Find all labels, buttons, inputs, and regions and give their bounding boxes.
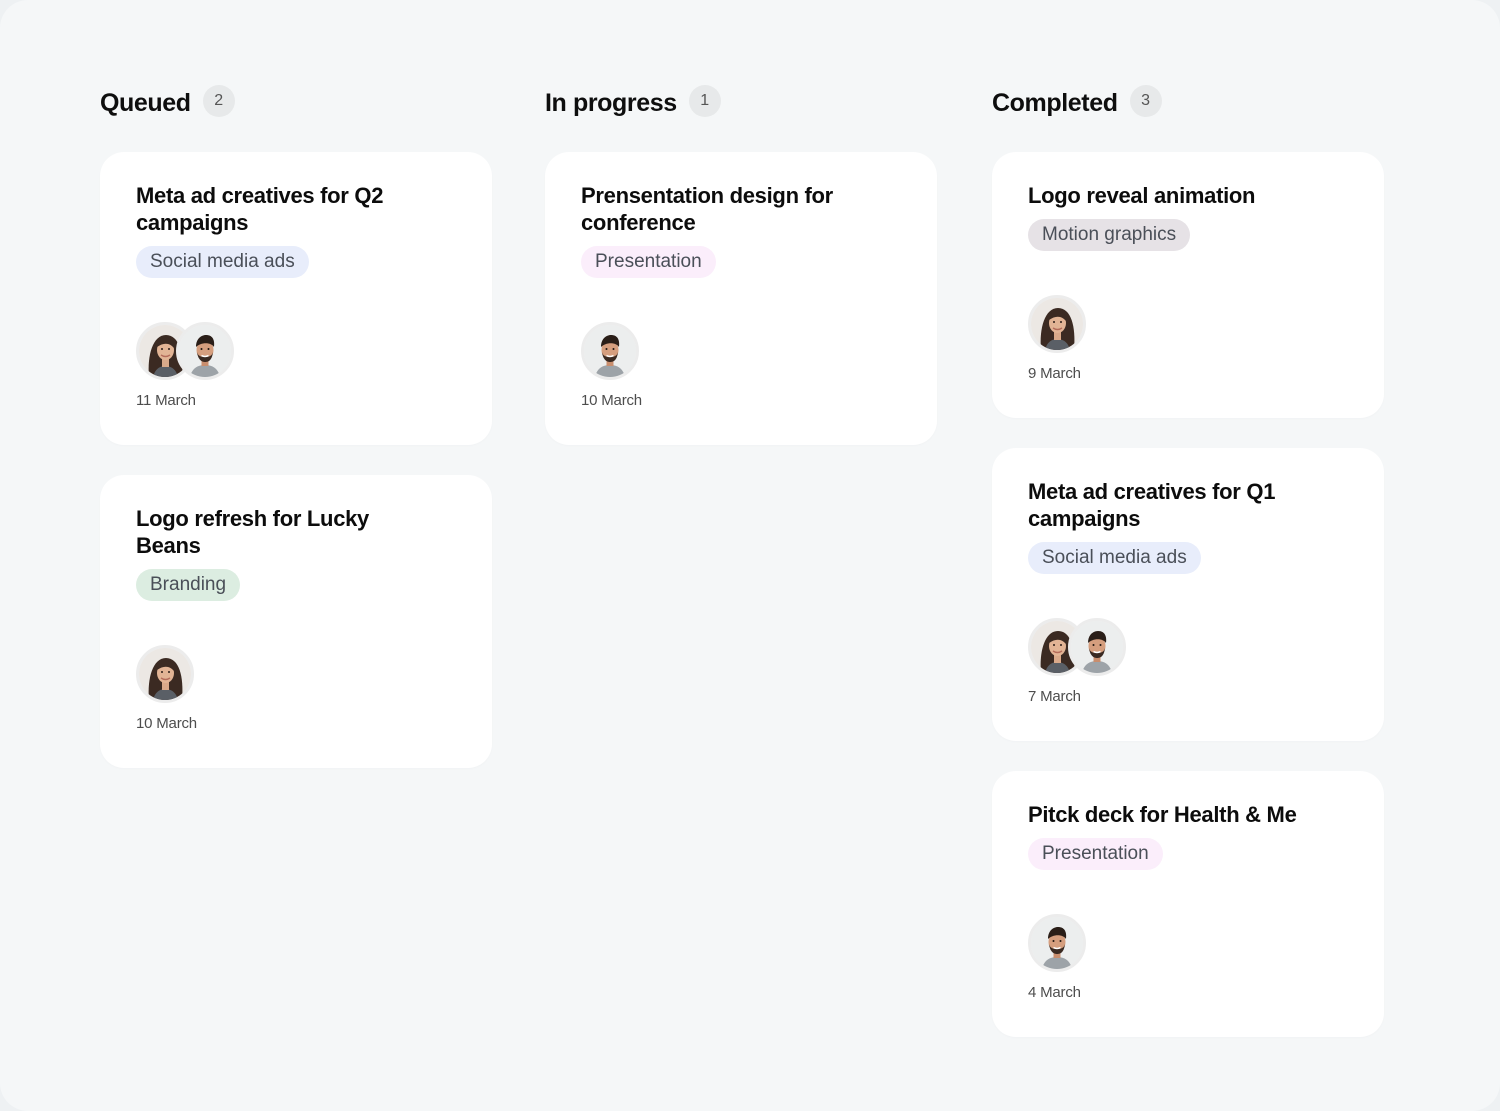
card-title: Logo reveal animation [1028,183,1256,208]
due-date: 7 March [1028,688,1081,705]
task-card[interactable]: Meta ad creatives for Q2 campaigns Socia… [100,152,492,445]
due-date: 11 March [136,392,196,409]
category-tag: Presentation [581,246,716,278]
due-date: 10 March [136,715,197,732]
assignee-avatars [1028,914,1348,972]
card-title: Pitck deck for Health & Me [1028,802,1297,827]
assignee-avatars [1028,618,1348,676]
man-avatar[interactable] [1028,914,1086,972]
count-badge: 1 [688,85,721,117]
man-avatar[interactable] [581,322,639,380]
column-title: Completed [992,89,1118,117]
task-card[interactable]: Logo refresh for Lucky Beans Branding 10… [100,475,492,768]
task-card[interactable]: Pitck deck for Health & Me Presentation … [992,771,1384,1037]
kanban-board: Queued 2 Meta ad creatives for Q2 campai… [0,0,1500,1111]
woman-avatar[interactable] [136,645,194,703]
task-card[interactable]: Meta ad creatives for Q1 campaigns Socia… [992,448,1384,741]
task-card[interactable]: Prensentation design for conference Pres… [545,152,937,445]
category-tag: Presentation [1028,838,1163,870]
column-queued: Queued 2 Meta ad creatives for Q2 campai… [100,85,492,768]
man-avatar[interactable] [176,322,234,380]
column-title: In progress [545,89,677,117]
card-title: Meta ad creatives for Q2 campaigns [136,183,384,235]
man-avatar[interactable] [1068,618,1126,676]
assignee-avatars [1028,295,1348,353]
column-completed: Completed 3 Logo reveal animation Motion… [992,85,1384,1037]
assignee-avatars [581,322,901,380]
category-tag: Branding [136,569,241,601]
column-header: Completed 3 [992,85,1384,120]
due-date: 9 March [1028,365,1081,382]
category-tag: Social media ads [136,246,309,278]
column-header: In progress 1 [545,85,937,120]
category-tag: Social media ads [1028,542,1201,574]
due-date: 10 March [581,392,642,409]
assignee-avatars [136,322,456,380]
column-in-progress: In progress 1 Prensentation design for c… [545,85,937,445]
assignee-avatars [136,645,456,703]
card-title: Prensentation design for conference [581,183,833,235]
count-badge: 3 [1129,85,1162,117]
category-tag: Motion graphics [1028,219,1191,251]
count-badge: 2 [202,85,235,117]
column-title: Queued [100,89,191,117]
woman-avatar[interactable] [1028,295,1086,353]
due-date: 4 March [1028,984,1081,1001]
column-header: Queued 2 [100,85,492,120]
card-title: Logo refresh for Lucky Beans [136,506,369,558]
task-card[interactable]: Logo reveal animation Motion graphics 9 … [992,152,1384,418]
card-title: Meta ad creatives for Q1 campaigns [1028,479,1276,531]
